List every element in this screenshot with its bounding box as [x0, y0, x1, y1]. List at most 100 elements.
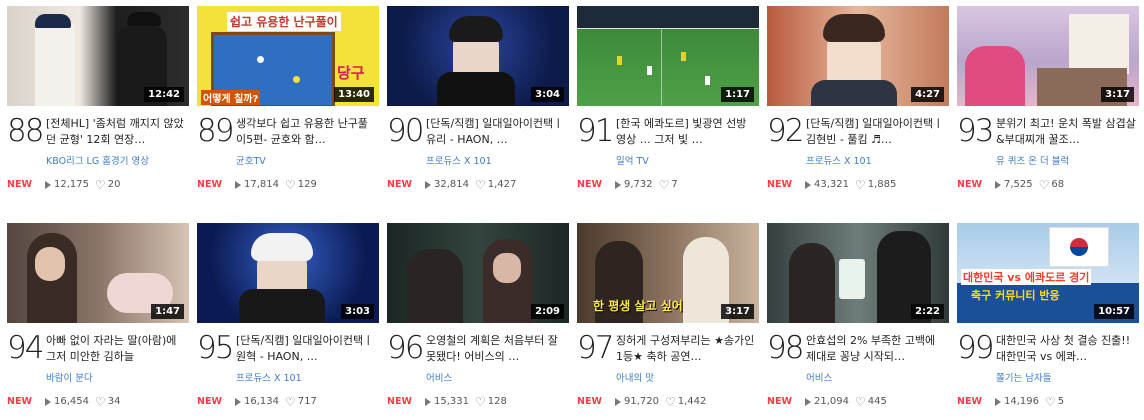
video-meta: NEW 14,196 ♡ 5 [957, 394, 1065, 409]
play-count-icon [425, 397, 431, 406]
rank-number: 97 [577, 330, 614, 366]
channel-name[interactable]: 쫄기는 남자들 [996, 370, 1051, 384]
video-title[interactable]: [단독/직캠] 일대일아이컨택ㅣ유리 - HAON, … [426, 116, 568, 148]
channel-name[interactable]: 어비스 [806, 370, 832, 384]
video-thumbnail[interactable]: 3:17 [957, 6, 1139, 106]
video-card[interactable]: 4:27 92 [단독/직캠] 일대일아이컨택ㅣ김현빈 - 풀킴 ♬… 프로듀스… [767, 6, 949, 201]
duration-badge: 3:04 [531, 87, 564, 102]
video-meta: NEW 9,732 ♡ 7 [577, 179, 678, 191]
ball-yellow [293, 76, 300, 83]
thumb-bottom-text: 어떻게 칠까? [201, 90, 261, 105]
video-thumbnail[interactable]: 1:17 [577, 6, 759, 106]
channel-name[interactable]: KBO리그 LG 홈경기 영상 [46, 153, 149, 167]
play-count-icon [425, 180, 431, 189]
heart-icon: ♡ [665, 394, 676, 409]
video-thumbnail[interactable]: 대한민국 vs 에콰도르 경기 축구 커뮤니티 반응 10:57 [957, 223, 1139, 323]
video-card[interactable]: 3:04 90 [단독/직캠] 일대일아이컨택ㅣ유리 - HAON, … 프로듀… [387, 6, 569, 201]
channel-name[interactable]: 균호TV [236, 153, 266, 167]
rank-number: 96 [387, 330, 424, 366]
video-title[interactable]: [전체HL] '좀처럼 깨지지 않았던 균형' 12회 연장… [46, 116, 188, 148]
heart-icon: ♡ [855, 177, 866, 192]
view-count: 14,196 [1004, 396, 1039, 407]
video-title[interactable]: 안효섭의 2% 부족한 고백에 제대로 꽁냥 시작되… [806, 333, 948, 365]
video-card[interactable]: 대한민국 vs 에콰도르 경기 축구 커뮤니티 반응 10:57 99 대한민국… [957, 223, 1139, 418]
performer-hair [449, 16, 503, 42]
video-meta: NEW 15,331 ♡ 128 [387, 394, 507, 409]
like-count: 1,442 [677, 396, 707, 407]
video-card[interactable]: 12:42 88 [전체HL] '좀처럼 깨지지 않았던 균형' 12회 연장…… [7, 6, 189, 201]
video-thumbnail[interactable]: 2:22 [767, 223, 949, 323]
video-card[interactable]: 2:09 96 오영철의 계획은 처음부터 잘못됐다! 어비스의 … 어비스 N… [387, 223, 569, 418]
video-thumbnail[interactable]: 쉽고 유용한 난구풀이 당구 어떻게 칠까? 13:40 [197, 6, 379, 106]
video-thumbnail[interactable]: 3:03 [197, 223, 379, 323]
video-card[interactable]: 쉽고 유용한 난구풀이 당구 어떻게 칠까? 13:40 89 생각보다 쉽고 … [197, 6, 379, 201]
actor-hair [823, 14, 885, 42]
duration-badge: 10:57 [1094, 304, 1134, 319]
new-badge: NEW [957, 179, 982, 190]
heart-icon: ♡ [475, 177, 486, 192]
thumb-caption: 한 평생 살고 싶어 [593, 299, 683, 313]
performer-jacket [239, 289, 325, 323]
duration-badge: 13:40 [334, 87, 374, 102]
video-thumbnail[interactable]: 1:47 [7, 223, 189, 323]
channel-name[interactable]: 아내의 맛 [616, 370, 654, 384]
video-meta: NEW 16,134 ♡ 717 [197, 396, 317, 408]
video-card[interactable]: 3:03 95 [단독/직캠] 일대일아이컨택ㅣ원혁 - HAON, … 프로듀… [197, 223, 379, 418]
play-count-icon [995, 397, 1001, 406]
video-title[interactable]: 대한민국 사상 첫 결승 진출!! 대한민국 vs 에콰… [996, 333, 1138, 365]
video-title[interactable]: 생각보다 쉽고 유용한 난구풀이5편- 균호와 함… [236, 116, 378, 148]
video-meta: NEW 21,094 ♡ 445 [767, 396, 887, 408]
channel-name[interactable]: 일억 TV [616, 153, 649, 167]
rank-number: 89 [197, 113, 234, 149]
actor-shirt [811, 80, 897, 106]
video-card[interactable]: 3:17 93 분위기 최고! 운치 폭발 삼겹살&부대찌개 꿀조… 유 퀴즈 … [957, 6, 1139, 201]
video-thumbnail[interactable]: 12:42 [7, 6, 189, 106]
heart-icon: ♡ [95, 394, 106, 409]
channel-name[interactable]: 프로듀스 X 101 [236, 370, 302, 384]
rank-number: 94 [7, 330, 44, 366]
video-title[interactable]: [단독/직캠] 일대일아이컨택ㅣ김현빈 - 풀킴 ♬… [806, 116, 948, 148]
video-title[interactable]: 분위기 최고! 운치 폭발 삼겹살&부대찌개 꿀조… [996, 116, 1138, 148]
video-thumbnail[interactable]: 한 평생 살고 싶어 3:17 [577, 223, 759, 323]
rank-number: 99 [957, 330, 994, 366]
channel-name[interactable]: 유 퀴즈 온 더 블럭 [996, 153, 1069, 167]
heart-icon: ♡ [1045, 394, 1056, 409]
video-title[interactable]: [단독/직캠] 일대일아이컨택ㅣ원혁 - HAON, … [236, 333, 378, 365]
video-title[interactable]: [한국 에콰도르] 빛광연 선방 영상 … 그저 빛 … [616, 116, 758, 148]
video-title[interactable]: 오영철의 계획은 처음부터 잘못됐다! 어비스의 … [426, 333, 568, 365]
like-count: 5 [1057, 396, 1065, 407]
host-figure [965, 46, 1025, 106]
player-dot [647, 66, 652, 75]
video-title[interactable]: 아빠 없이 자라는 딸(아람)에 그저 미안한 김하늘 [46, 333, 188, 365]
play-count-icon [995, 180, 1001, 189]
video-meta: NEW 91,720 ♡ 1,442 [577, 394, 707, 409]
duration-badge: 1:47 [151, 304, 184, 319]
video-title[interactable]: 징허게 구성져부리는 ★송가인 1등★ 축하 공연… [616, 333, 758, 365]
duration-badge: 2:09 [531, 304, 564, 319]
new-badge: NEW [7, 396, 32, 407]
thumb-side-text: 당구 [337, 64, 365, 82]
channel-name[interactable]: 프로듀스 X 101 [806, 153, 872, 167]
new-badge: NEW [577, 179, 602, 190]
thumb-banner: 대한민국 vs 에콰도르 경기 [961, 269, 1092, 285]
heart-icon: ♡ [475, 394, 486, 409]
video-meta: NEW 43,321 ♡ 1,885 [767, 177, 896, 192]
play-count-icon [235, 180, 241, 189]
video-thumbnail[interactable]: 3:04 [387, 6, 569, 106]
video-card[interactable]: 1:47 94 아빠 없이 자라는 딸(아람)에 그저 미안한 김하늘 바람이 … [7, 223, 189, 418]
duration-badge: 3:17 [1101, 87, 1134, 102]
channel-name[interactable]: 프로듀스 X 101 [426, 153, 492, 167]
video-thumbnail[interactable]: 4:27 [767, 6, 949, 106]
video-card[interactable]: 한 평생 살고 싶어 3:17 97 징허게 구성져부리는 ★송가인 1등★ 축… [577, 223, 759, 418]
video-card[interactable]: 2:22 98 안효섭의 2% 부족한 고백에 제대로 꽁냥 시작되… 어비스 … [767, 223, 949, 418]
new-badge: NEW [957, 396, 982, 407]
new-badge: NEW [197, 396, 222, 407]
channel-name[interactable]: 어비스 [426, 370, 452, 384]
video-thumbnail[interactable]: 2:09 [387, 223, 569, 323]
video-card[interactable]: 1:17 91 [한국 에콰도르] 빛광연 선방 영상 … 그저 빛 … 일억 … [577, 6, 759, 201]
like-count: 129 [297, 179, 317, 190]
rank-number: 91 [577, 113, 614, 149]
channel-name[interactable]: 바람이 분다 [46, 370, 93, 384]
new-badge: NEW [767, 179, 792, 190]
pitch-line [577, 28, 759, 29]
